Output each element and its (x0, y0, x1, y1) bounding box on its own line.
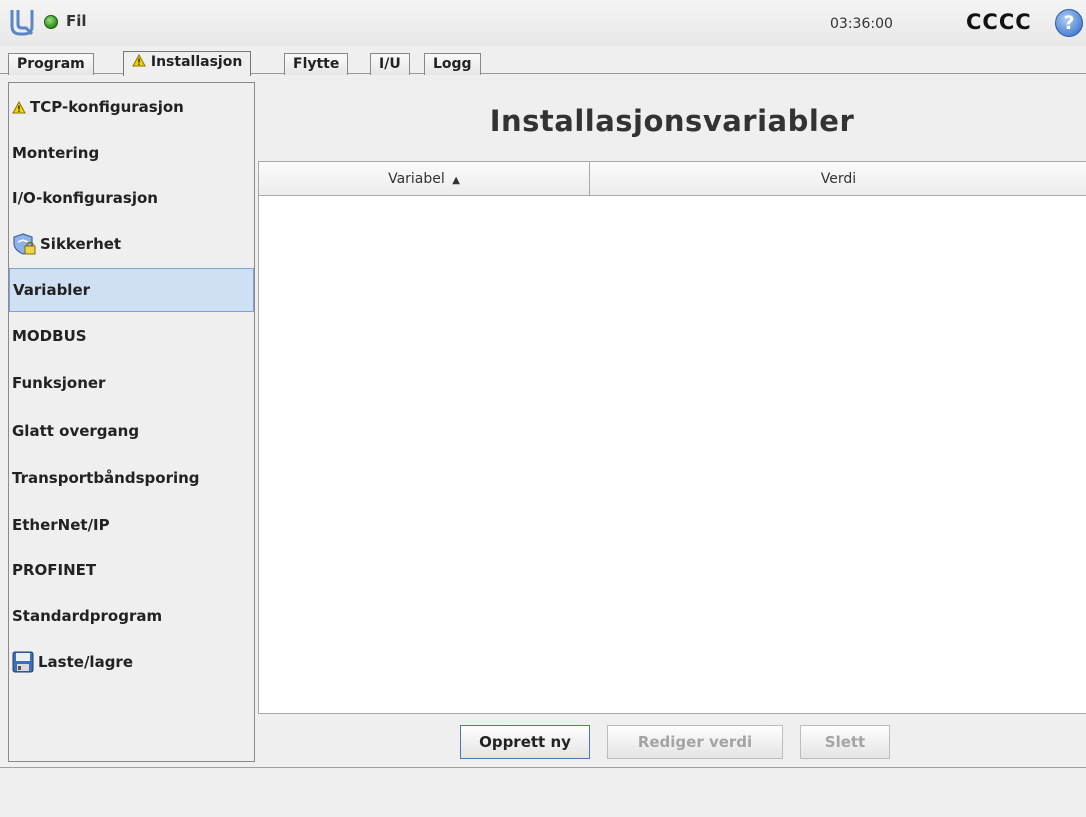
column-label: Variabel (388, 171, 445, 187)
sidebar-item-variables[interactable]: Variabler (9, 268, 254, 312)
shield-lock-icon (13, 233, 36, 255)
robot-status-indicator[interactable] (44, 15, 58, 29)
sidebar-item-modbus[interactable]: MODBUS (9, 314, 254, 358)
bottom-divider (0, 767, 1086, 768)
installation-sidebar: TCP-konfigurasjon Montering I/O-konfigur… (8, 82, 255, 762)
warning-icon (132, 53, 146, 67)
variables-table: Variabel ▲ Verdi (258, 161, 1086, 714)
create-new-button[interactable]: Opprett ny (460, 725, 590, 759)
tab-log[interactable]: Logg (424, 53, 481, 75)
sidebar-item-ethernet-ip[interactable]: EtherNet/IP (9, 503, 254, 547)
column-label: Verdi (820, 171, 857, 187)
tab-program[interactable]: Program (8, 53, 94, 75)
sidebar-item-conveyor-tracking[interactable]: Transportbåndsporing (9, 456, 254, 500)
sidebar-item-io-setup[interactable]: I/O-konfigurasjon (9, 176, 254, 220)
sidebar-item-tcp-configuration[interactable]: TCP-konfigurasjon (9, 85, 254, 129)
ur-logo-icon (10, 10, 34, 36)
sidebar-item-label: PROFINET (12, 561, 97, 579)
sidebar-item-label: Standardprogram (12, 607, 163, 625)
floppy-disk-icon (12, 651, 34, 673)
sort-ascending-icon: ▲ (452, 175, 460, 186)
robot-name: CCCC (966, 10, 1032, 34)
tab-installation[interactable]: Installasjon (123, 51, 252, 76)
tab-label: Program (17, 56, 85, 72)
table-header: Variabel ▲ Verdi (259, 162, 1086, 196)
delete-button[interactable]: Slett (800, 725, 890, 759)
tab-label: Installasjon (150, 54, 243, 70)
sidebar-item-safety[interactable]: Sikkerhet (9, 222, 254, 266)
main-tab-bar: Program Installasjon Flytte I/U Logg (0, 46, 1086, 76)
file-menu[interactable]: Fil (66, 12, 87, 30)
warning-icon (12, 100, 26, 113)
sidebar-item-load-save[interactable]: Laste/lagre (9, 640, 254, 684)
column-header-variable[interactable]: Variabel ▲ (259, 162, 590, 196)
sidebar-item-label: Sikkerhet (40, 235, 122, 253)
tab-io[interactable]: I/U (370, 53, 410, 75)
tab-label: I/U (379, 56, 401, 72)
page-title: Installasjonsvariabler (489, 104, 855, 138)
tab-move[interactable]: Flytte (284, 53, 349, 75)
sidebar-item-mounting[interactable]: Montering (9, 131, 254, 175)
sidebar-item-label: Funksjoner (12, 374, 106, 392)
tab-label: Logg (433, 56, 472, 72)
sidebar-item-default-program[interactable]: Standardprogram (9, 594, 254, 638)
sidebar-item-label: EtherNet/IP (12, 516, 110, 534)
edit-value-button[interactable]: Rediger verdi (607, 725, 783, 759)
sidebar-item-label: Transportbåndsporing (12, 469, 200, 487)
tab-label: Flytte (293, 56, 340, 72)
table-actions: Opprett ny Rediger verdi Slett (258, 722, 1086, 762)
sidebar-item-profinet[interactable]: PROFINET (9, 548, 254, 592)
variables-panel: Installasjonsvariabler Variabel ▲ Verdi … (258, 82, 1086, 764)
sidebar-item-smooth-transition[interactable]: Glatt overgang (9, 409, 254, 453)
sidebar-item-label: Montering (12, 144, 100, 162)
sidebar-item-label: MODBUS (12, 327, 87, 345)
column-header-value[interactable]: Verdi (590, 162, 1086, 196)
clock: 03:36:00 (830, 16, 893, 32)
sidebar-item-label: Glatt overgang (12, 422, 140, 440)
top-bar: Fil 03:36:00 CCCC ? (0, 0, 1086, 46)
sidebar-item-label: Laste/lagre (38, 653, 134, 671)
sidebar-item-label: Variabler (13, 281, 91, 299)
sidebar-item-label: I/O-konfigurasjon (12, 189, 158, 207)
help-button[interactable]: ? (1055, 9, 1083, 37)
sidebar-item-features[interactable]: Funksjoner (9, 361, 254, 405)
sidebar-item-label: TCP-konfigurasjon (30, 98, 184, 116)
